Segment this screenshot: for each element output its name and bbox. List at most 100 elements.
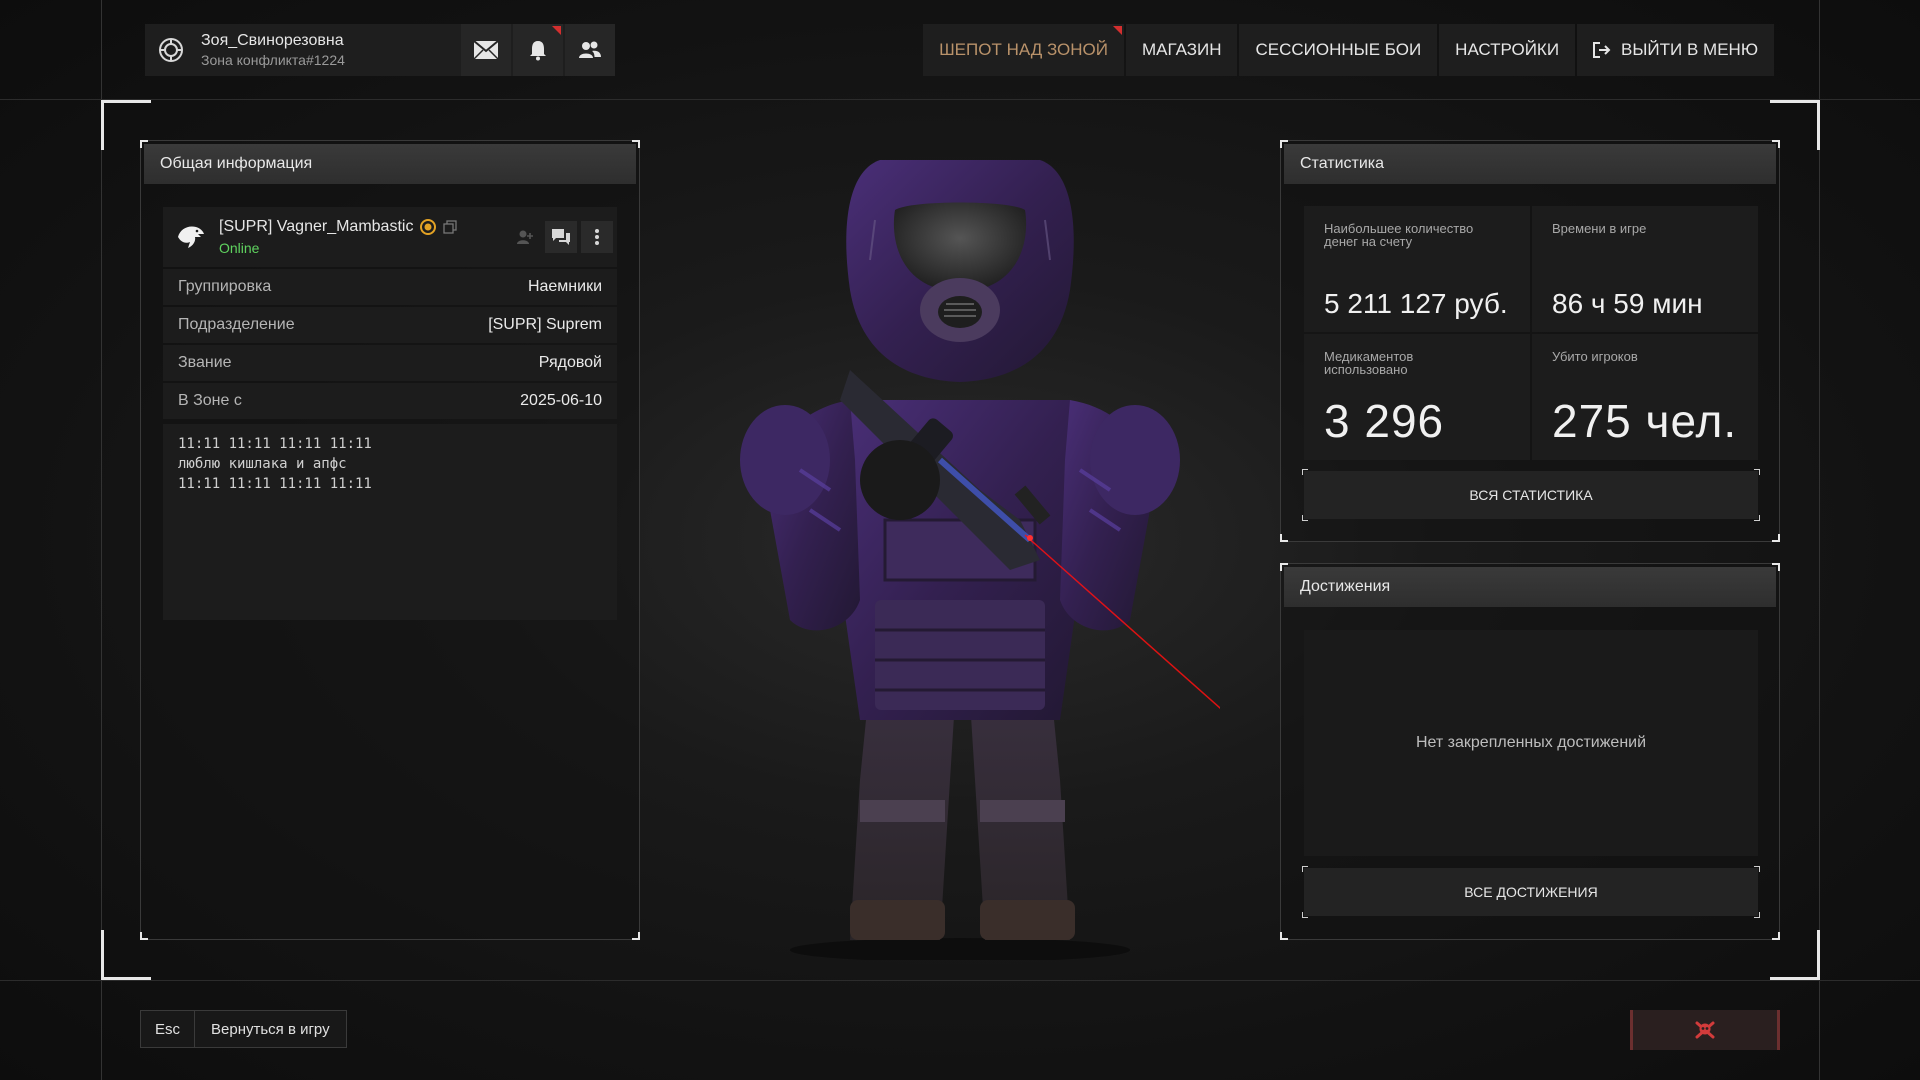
profile-subtitle: Зона конфликта#1224 (201, 52, 345, 68)
info-label: Подразделение (178, 316, 295, 333)
mail-icon (473, 40, 499, 60)
mail-button[interactable] (461, 24, 511, 76)
stat-cell-playtime: Времени в игре 86 ч 59 мин (1532, 206, 1758, 332)
general-info-title: Общая информация (144, 144, 636, 184)
info-row-faction: Группировка Наемники (163, 269, 617, 305)
nav-exit-menu[interactable]: ВЫЙТИ В МЕНЮ (1577, 24, 1774, 76)
stat-value: 86 ч 59 мин (1552, 288, 1703, 319)
nav-shop[interactable]: МАГАЗИН (1126, 24, 1238, 76)
copy-icon[interactable] (443, 220, 458, 234)
button-corner (1302, 866, 1308, 872)
nav-exit-menu-label: ВЫЙТИ В МЕНЮ (1621, 40, 1758, 59)
info-row-in-zone-since: В Зоне с 2025-06-10 (163, 383, 617, 419)
info-row-division: Подразделение [SUPR] Suprem (163, 307, 617, 343)
panel-corner (1772, 563, 1780, 571)
notifications-button[interactable] (513, 24, 563, 76)
stat-cell-kills: Убито игроков 275 чел. (1532, 334, 1758, 460)
more-vertical-icon (595, 229, 599, 245)
character-model (740, 160, 1220, 960)
nav-shop-label: МАГАЗИН (1142, 40, 1222, 59)
panel-corner (1280, 140, 1288, 148)
esc-key-hint: Esc (141, 1011, 195, 1047)
stat-label: Убито игроков (1552, 349, 1638, 364)
panel-corner (1280, 534, 1288, 542)
info-value: Рядовой (538, 354, 602, 371)
panel-corner (140, 140, 148, 148)
report-button[interactable] (1630, 1010, 1780, 1050)
button-corner (1754, 515, 1760, 521)
player-bio: 11:11 11:11 11:11 11:11 люблю кишлака и … (163, 424, 617, 620)
back-to-game-button[interactable]: Esc Вернуться в игру (140, 1010, 347, 1048)
pinned-achievements: Нет закрепленных достижений (1304, 630, 1758, 856)
player-card: [SUPR] Vagner_Mambastic Online (163, 207, 617, 267)
nav-settings[interactable]: НАСТРОЙКИ (1439, 24, 1576, 76)
panel-corner (1772, 534, 1780, 542)
achievements-title: Достижения (1284, 567, 1776, 607)
stat-label: Медикаментов использовано (1324, 349, 1414, 377)
info-value: [SUPR] Suprem (488, 316, 602, 333)
player-avatar (163, 223, 219, 251)
panel-corner (1772, 140, 1780, 148)
stat-label: Наибольшее количество денег на счету (1324, 221, 1474, 249)
button-corner (1754, 866, 1760, 872)
button-corner (1302, 912, 1308, 918)
all-achievements-label: ВСЕ ДОСТИЖЕНИЯ (1464, 884, 1598, 900)
rank-badge-icon (420, 219, 437, 235)
all-stats-button[interactable]: ВСЯ СТАТИСТИКА (1304, 471, 1758, 519)
message-button[interactable] (545, 221, 577, 253)
eagle-icon (178, 226, 204, 248)
stats-title: Статистика (1284, 144, 1776, 184)
info-value: Наемники (527, 278, 602, 295)
friends-icon (579, 41, 601, 58)
nav-whisper-marker (1113, 26, 1122, 35)
all-achievements-button[interactable]: ВСЕ ДОСТИЖЕНИЯ (1304, 868, 1758, 916)
nav-whisper-label: ШЕПОТ НАД ЗОНОЙ (939, 40, 1108, 59)
info-value: 2025-06-10 (520, 392, 602, 409)
button-corner (1302, 469, 1308, 475)
stat-cell-medkits: Медикаментов использовано 3 296 (1304, 334, 1530, 460)
nav-session-battles[interactable]: СЕССИОННЫЕ БОИ (1239, 24, 1438, 76)
nav-settings-label: НАСТРОЙКИ (1455, 40, 1560, 59)
button-corner (1754, 912, 1760, 918)
panel-corner (1280, 563, 1288, 571)
skull-icon (1695, 1021, 1715, 1039)
frame-line-right (1819, 0, 1820, 1080)
profile-name: Зоя_Свинорезовна (201, 32, 344, 49)
button-corner (1754, 469, 1760, 475)
stat-value: 3 296 (1324, 395, 1445, 447)
player-status: Online (219, 240, 260, 256)
stat-value: 5 211 127 руб. (1324, 288, 1508, 319)
friends-button[interactable] (565, 24, 615, 76)
add-friend-button[interactable] (509, 221, 541, 253)
panel-corner (1772, 932, 1780, 940)
faction-emblem-icon[interactable] (145, 24, 197, 76)
all-stats-label: ВСЯ СТАТИСТИКА (1469, 487, 1593, 503)
panel-corner (632, 140, 640, 148)
frame-line-left (101, 0, 102, 1080)
no-achievements-text: Нет закрепленных достижений (1415, 734, 1647, 751)
bell-icon (530, 41, 546, 61)
info-label: Звание (178, 354, 232, 371)
frame-line-top (0, 99, 1920, 100)
notification-marker (552, 26, 561, 35)
frame-line-bottom (0, 980, 1920, 981)
button-corner (1302, 515, 1308, 521)
nav-whisper[interactable]: ШЕПОТ НАД ЗОНОЙ (923, 24, 1124, 76)
panel-corner (632, 932, 640, 940)
profile-header: Зоя_Свинорезовна Зона конфликта#1224 (145, 24, 615, 76)
add-friend-icon (517, 230, 533, 244)
stat-value: 275 чел. (1552, 395, 1738, 447)
chat-icon (552, 229, 570, 245)
nav-session-battles-label: СЕССИОННЫЕ БОИ (1255, 40, 1422, 59)
bio-line: 11:11 11:11 11:11 11:11 (178, 476, 372, 492)
more-options-button[interactable] (581, 221, 613, 253)
info-label: Группировка (178, 278, 272, 295)
main-nav: ШЕПОТ НАД ЗОНОЙ МАГАЗИН СЕССИОННЫЕ БОИ Н… (921, 24, 1774, 76)
info-row-rank: Звание Рядовой (163, 345, 617, 381)
stat-cell-max-money: Наибольшее количество денег на счету 5 2… (1304, 206, 1530, 332)
bio-line: 11:11 11:11 11:11 11:11 (178, 436, 372, 452)
panel-corner (1280, 932, 1288, 940)
back-to-game-label: Вернуться в игру (195, 1011, 346, 1047)
panel-corner (140, 932, 148, 940)
bio-line: люблю кишлака и апфс (178, 456, 347, 472)
